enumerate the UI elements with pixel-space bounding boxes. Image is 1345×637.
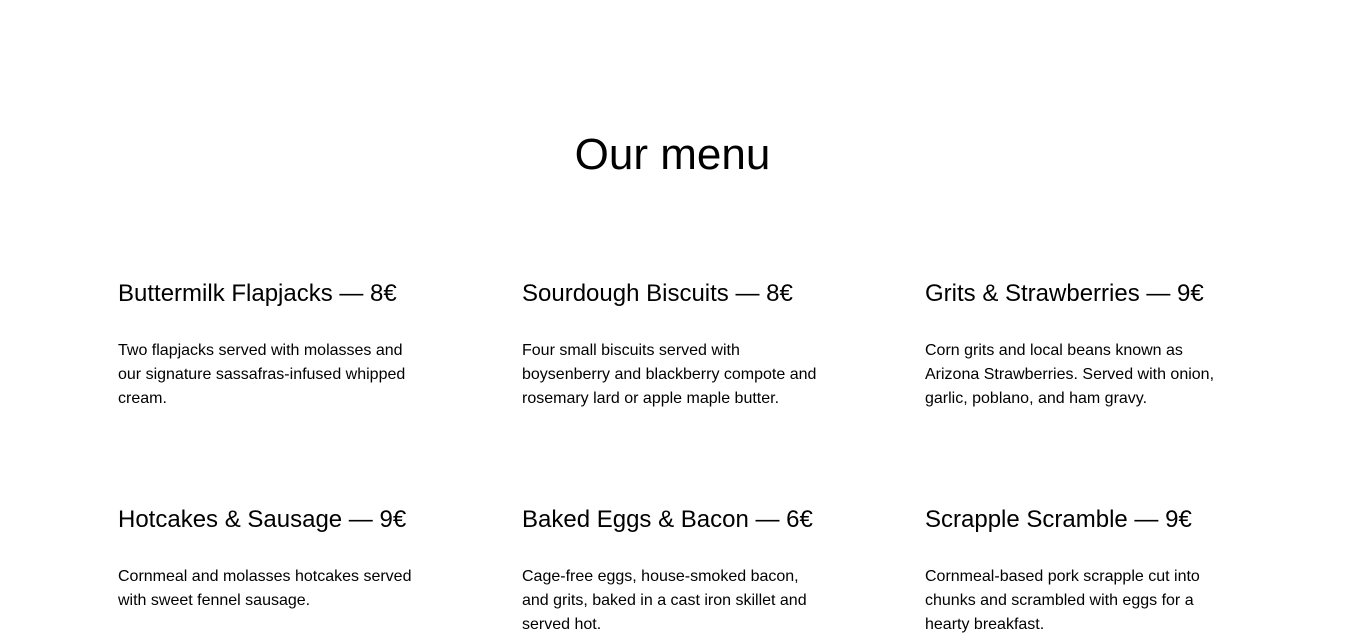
menu-item: Scrapple Scramble — 9€ Cornmeal-based po… [925,505,1235,633]
menu-item: Hotcakes & Sausage — 9€ Cornmeal and mol… [118,505,428,609]
menu-section: Our menu Buttermilk Flapjacks — 8€ Two f… [0,0,1345,633]
menu-item: Sourdough Biscuits — 8€ Four small biscu… [522,279,832,407]
menu-item-heading: Grits & Strawberries — 9€ [925,280,1204,307]
menu-item-heading: Hotcakes & Sausage — 9€ [118,506,407,533]
menu-item-description: Corn grits and local beans known as Ariz… [925,342,1215,407]
menu-title: Our menu [574,130,771,179]
menu-item-heading: Buttermilk Flapjacks — 8€ [118,280,397,307]
menu-item-description: Two flapjacks served with molasses and o… [118,342,406,407]
menu-item-heading: Sourdough Biscuits — 8€ [522,280,793,307]
menu-item-heading: Baked Eggs & Bacon — 6€ [522,506,813,533]
menu-item-description: Four small biscuits served with boysenbe… [522,342,817,407]
menu-item: Buttermilk Flapjacks — 8€ Two flapjacks … [118,279,428,407]
menu-item-description: Cornmeal-based pork scrapple cut into ch… [925,568,1200,633]
menu-item-heading: Scrapple Scramble — 9€ [925,506,1192,533]
menu-item-description: Cage-free eggs, house-smoked bacon, and … [522,568,807,633]
menu-item: Baked Eggs & Bacon — 6€ Cage-free eggs, … [522,505,832,633]
menu-item: Grits & Strawberries — 9€ Corn grits and… [925,279,1235,407]
menu-item-description: Cornmeal and molasses hotcakes served wi… [118,568,412,609]
